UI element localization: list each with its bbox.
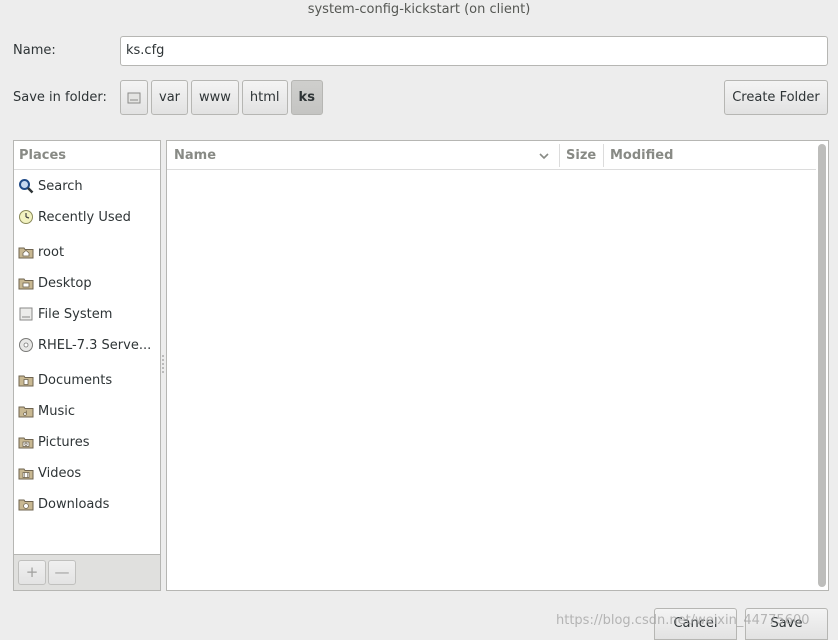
watermark: https://blog.csdn.net/weixin_44775600 — [556, 613, 810, 628]
file-list[interactable]: Name Size Modified — [166, 140, 829, 591]
remove-bookmark-button[interactable]: — — [48, 560, 76, 585]
path-segment-www[interactable]: www — [191, 80, 239, 115]
recent-icon — [18, 209, 34, 225]
places-item-label: Documents — [38, 372, 113, 388]
vertical-scrollbar[interactable] — [818, 144, 826, 587]
path-segment-html[interactable]: html — [241, 80, 288, 115]
column-size-header[interactable]: Size — [559, 141, 603, 170]
create-folder-button[interactable]: Create Folder — [724, 80, 828, 115]
path-segment-var[interactable]: var — [151, 80, 189, 115]
places-item-label: Videos — [38, 465, 82, 481]
path-root-button[interactable] — [120, 80, 148, 115]
places-item-label: root — [38, 244, 65, 260]
places-toolbar: + — — [14, 554, 160, 590]
path-segment-ks[interactable]: ks — [290, 80, 323, 115]
column-name-header[interactable]: Name — [167, 141, 559, 170]
places-item-label: Pictures — [38, 434, 90, 450]
places-item-recently-used[interactable]: Recently Used — [18, 206, 158, 228]
save-in-folder-label: Save in folder: — [13, 90, 107, 105]
drive-icon — [18, 306, 34, 322]
places-item-documents[interactable]: Documents — [18, 369, 158, 391]
downloads-folder-icon — [18, 496, 34, 512]
pane-resize-handle[interactable] — [162, 355, 165, 377]
window-title: system-config-kickstart (on client) — [307, 2, 531, 17]
search-icon — [18, 178, 34, 194]
filename-input[interactable]: ks.cfg — [120, 36, 828, 66]
home-folder-icon — [18, 244, 34, 260]
desktop-folder-icon — [18, 275, 34, 291]
places-item-file-system[interactable]: File System — [18, 303, 158, 325]
places-item-rhel-disc[interactable]: RHEL-7.3 Serve... — [18, 334, 158, 356]
path-bar: var www html ks — [120, 80, 326, 115]
places-header: Places — [14, 141, 160, 170]
add-bookmark-button[interactable]: + — [18, 560, 46, 585]
chevron-down-icon — [539, 153, 549, 160]
music-folder-icon — [18, 403, 34, 419]
places-item-label: Recently Used — [38, 209, 131, 225]
places-item-label: RHEL-7.3 Serve... — [38, 337, 152, 353]
places-item-label: Desktop — [38, 275, 92, 291]
drive-icon — [127, 92, 141, 103]
places-item-root[interactable]: root — [18, 241, 158, 263]
places-item-downloads[interactable]: Downloads — [18, 493, 158, 515]
places-item-search[interactable]: Search — [18, 175, 158, 197]
column-name-label: Name — [174, 148, 217, 163]
column-modified-header[interactable]: Modified — [603, 141, 816, 170]
documents-folder-icon — [18, 372, 34, 388]
places-item-label: Search — [38, 178, 83, 194]
places-item-music[interactable]: Music — [18, 400, 158, 422]
name-label: Name: — [13, 43, 56, 58]
places-item-videos[interactable]: Videos — [18, 462, 158, 484]
places-sidebar: Places Search Recently Used root Desktop… — [13, 140, 161, 591]
places-item-desktop[interactable]: Desktop — [18, 272, 158, 294]
column-modified-label: Modified — [610, 148, 674, 163]
places-item-label: Downloads — [38, 496, 110, 512]
places-item-label: Music — [38, 403, 75, 419]
column-size-label: Size — [566, 148, 597, 163]
optical-disc-icon — [18, 337, 34, 353]
videos-folder-icon — [18, 465, 34, 481]
pictures-folder-icon — [18, 434, 34, 450]
places-item-label: File System — [38, 306, 113, 322]
places-item-pictures[interactable]: Pictures — [18, 431, 158, 453]
